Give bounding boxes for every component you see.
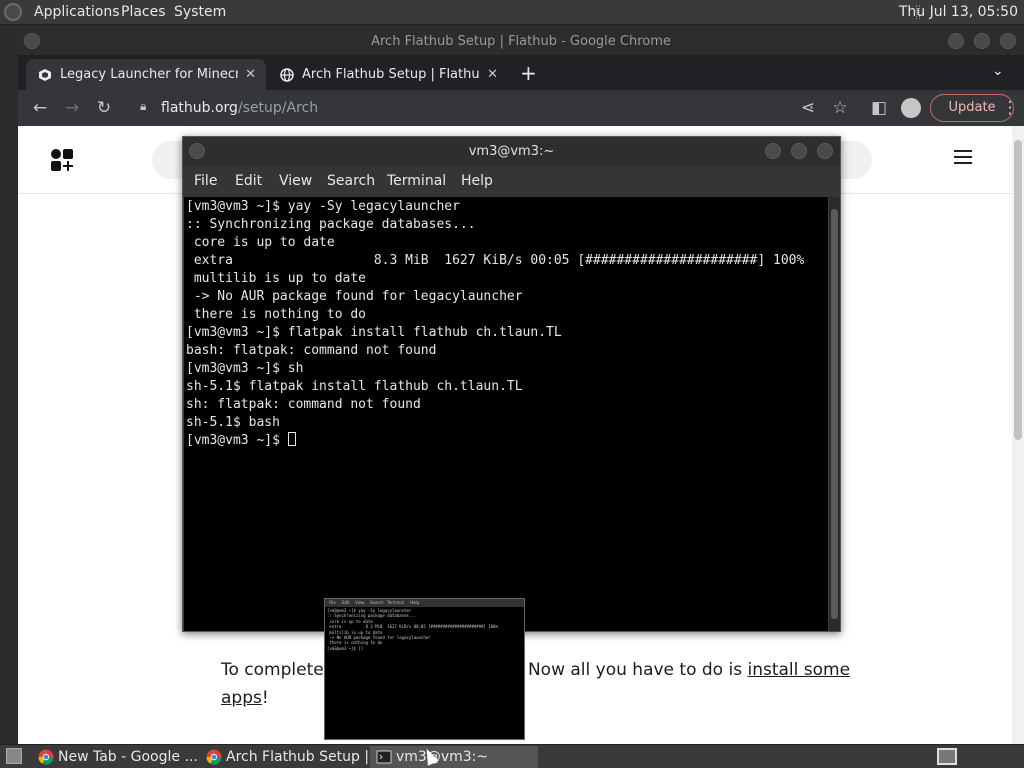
instructions-text-end: !	[261, 688, 269, 708]
instructions-text-start: To complete s	[221, 660, 338, 680]
bottom-taskbar: New Tab - Google ... Arch Flathub Setup …	[0, 744, 1024, 768]
terminal-line: [vm3@vm3 ~]$ flatpak install flathub ch.…	[186, 325, 562, 340]
terminal-scrollbar[interactable]	[829, 197, 840, 631]
terminal-line: bash: flatpak: command not found	[186, 343, 437, 358]
side-panel-icon[interactable]: ◧	[869, 98, 889, 118]
terminal-output[interactable]: [vm3@vm3 ~]$ yay -Sy legacylauncher:: Sy…	[184, 197, 828, 631]
terminal-cursor	[287, 432, 296, 446]
menu-system[interactable]: System	[174, 4, 226, 20]
terminal-prompt-line: [vm3@vm3 ~]$	[186, 432, 804, 450]
new-tab-button[interactable]: +	[520, 61, 537, 85]
forward-arrow-icon[interactable]: →	[62, 98, 82, 118]
task-terminal[interactable]: vm3@vm3:~	[370, 746, 538, 768]
menu-applications[interactable]: Applications	[34, 4, 120, 20]
flathub-logo-icon[interactable]	[50, 148, 74, 172]
hamburger-menu-icon[interactable]	[954, 150, 972, 164]
terminal-line: core is up to date	[186, 235, 335, 250]
more-menu-icon[interactable]: ⋮	[1000, 98, 1020, 118]
terminal-title: vm3@vm3:~	[468, 144, 555, 159]
top-panel: Applications Places System Thu Jul 13, 0…	[0, 0, 1024, 25]
window-preview-thumbnail[interactable]: File Edit View Search Terminal Help [vm3…	[324, 598, 525, 740]
cube-icon	[39, 69, 51, 81]
back-arrow-icon[interactable]: ←	[30, 98, 50, 118]
tab-legacy-launcher[interactable]: Legacy Launcher for Minecraft ✕	[26, 59, 266, 90]
task-arch-flathub[interactable]: Arch Flathub Setup |...	[200, 746, 368, 768]
terminal-menu-edit[interactable]: Edit	[235, 173, 262, 189]
terminal-menu-view[interactable]: View	[279, 173, 312, 189]
terminal-menu-file[interactable]: File	[194, 173, 217, 189]
maximize-button[interactable]	[974, 33, 990, 49]
task-new-tab[interactable]: New Tab - Google ...	[32, 746, 198, 768]
terminal-line: [vm3@vm3 ~]$ yay -Sy legacylauncher	[186, 199, 460, 214]
terminal-menu-terminal[interactable]: Terminal	[387, 173, 446, 189]
globe-icon	[280, 68, 294, 82]
tab-arch-flathub[interactable]: Arch Flathub Setup | Flathub ✕	[268, 59, 508, 90]
chrome-titlebar[interactable]: Arch Flathub Setup | Flathub - Google Ch…	[18, 28, 1024, 55]
terminal-window-menu-button[interactable]	[189, 143, 205, 159]
workspace-switcher[interactable]	[937, 748, 957, 765]
preview-menu-item: Help	[410, 600, 420, 605]
clock[interactable]: Thu Jul 13, 05:50	[899, 4, 1018, 20]
terminal-line: [vm3@vm3 ~]$ sh	[186, 361, 304, 376]
tab-close-icon[interactable]: ✕	[487, 59, 498, 90]
terminal-minimize-button[interactable]	[765, 143, 781, 159]
reload-icon[interactable]: ↻	[94, 98, 114, 118]
terminal-maximize-button[interactable]	[791, 143, 807, 159]
terminal-titlebar[interactable]: vm3@vm3:~	[183, 137, 840, 167]
preview-menu-item: Search	[370, 600, 384, 605]
terminal-line: multilib is up to date	[186, 271, 367, 286]
preview-menubar: File Edit View Search Terminal Help	[325, 599, 524, 607]
preview-line: extra 8.3 MiB 1627 KiB/s 00:05 [########…	[327, 624, 498, 630]
terminal-line: -> No AUR package found for legacylaunch…	[186, 289, 523, 304]
task-label: vm3@vm3:~	[396, 749, 489, 765]
terminal-menu-search[interactable]: Search	[327, 173, 375, 189]
url-path: /setup/Arch	[237, 100, 319, 116]
terminal-line: sh-5.1$ bash	[186, 415, 280, 430]
lock-icon[interactable]: 🔒︎	[140, 99, 146, 114]
preview-menu-item: File	[329, 600, 336, 605]
preview-menu-item: Edit	[342, 600, 350, 605]
terminal-line: there is nothing to do	[186, 307, 367, 322]
preview-text: [vm3@vm3 ~]$ yay -Sy legacylauncher:: Sy…	[327, 608, 498, 651]
tab-title: Legacy Launcher for Minecraft	[60, 67, 238, 82]
preview-menu-item: View	[355, 600, 365, 605]
page-scrollbar[interactable]	[1012, 126, 1024, 744]
tab-strip: Legacy Launcher for Minecraft ✕ Arch Fla…	[18, 55, 1024, 90]
terminal-prompt: [vm3@vm3 ~]$	[186, 433, 288, 448]
address-bar[interactable]: flathub.org/setup/Arch	[161, 96, 318, 120]
window-menu-button[interactable]	[24, 33, 40, 49]
preview-line: [vm3@vm3 ~]$ []	[327, 645, 364, 651]
terminal-text: [vm3@vm3 ~]$ yay -Sy legacylauncher:: Sy…	[186, 198, 804, 450]
setup-instructions: To complete s Now all you have to do is i…	[221, 656, 861, 712]
terminal-line: :: Synchronizing package databases...	[186, 217, 476, 232]
bookmark-star-icon[interactable]: ☆	[830, 98, 850, 118]
terminal-menubar: File Edit View Search Terminal Help	[183, 167, 840, 197]
terminal-close-button[interactable]	[817, 143, 833, 159]
close-button[interactable]	[1000, 33, 1016, 49]
tab-close-icon[interactable]: ✕	[245, 59, 256, 90]
share-icon[interactable]: ⋖	[798, 98, 818, 118]
profile-avatar-icon[interactable]	[901, 98, 921, 118]
chrome-icon	[206, 749, 222, 765]
terminal-icon	[376, 750, 392, 764]
chrome-icon	[38, 749, 54, 765]
terminal-window: vm3@vm3:~ File Edit View Search Terminal…	[182, 136, 841, 632]
task-label: New Tab - Google ...	[58, 749, 198, 765]
minimize-button[interactable]	[948, 33, 964, 49]
menu-places[interactable]: Places	[121, 4, 166, 20]
terminal-menu-help[interactable]: Help	[461, 173, 493, 189]
window-title: Arch Flathub Setup | Flathub - Google Ch…	[371, 34, 671, 49]
task-label: Arch Flathub Setup |...	[226, 749, 368, 765]
terminal-line: sh: flatpak: command not found	[186, 397, 421, 412]
url-host: flathub.org	[161, 100, 238, 116]
preview-menu-item: Terminal	[387, 600, 404, 605]
tab-search-chevron-icon[interactable]: ⌄	[992, 63, 1004, 79]
tab-title: Arch Flathub Setup | Flathub	[302, 67, 480, 82]
show-desktop-icon[interactable]	[6, 748, 22, 764]
browser-toolbar: ← → ↻ 🔒︎ flathub.org/setup/Arch ⋖ ☆ ◧ Up…	[18, 90, 1024, 126]
distro-logo-icon[interactable]	[4, 3, 22, 21]
terminal-line: sh-5.1$ flatpak install flathub ch.tlaun…	[186, 379, 523, 394]
instructions-text-mid: Now all you have to do is	[527, 660, 748, 680]
terminal-line: extra 8.3 MiB 1627 KiB/s 00:05 [########…	[186, 253, 805, 268]
